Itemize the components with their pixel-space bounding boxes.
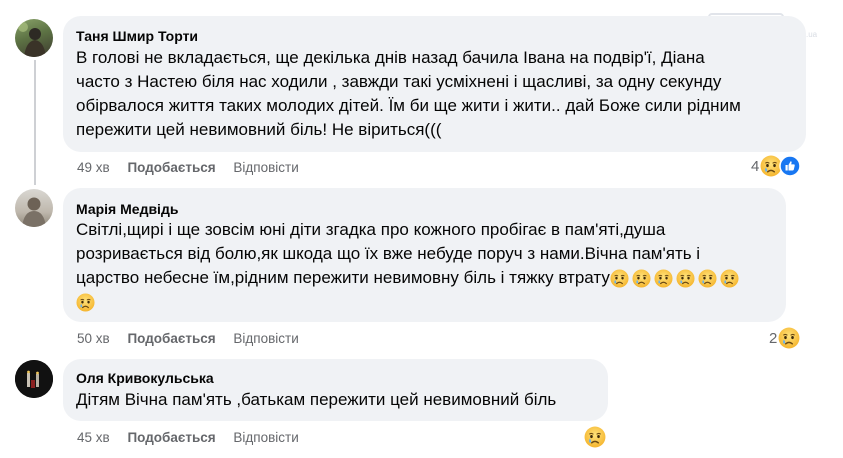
reaction-summary[interactable] [583,426,606,448]
comment-actions: 49 хв Подобається Відповісти [77,160,313,176]
comment-bubble: Таня Шмир Торти В голові не вкладається,… [63,16,806,152]
comment-bubble: Марія Медвідь Світлі,щирі і ще зовсім юн… [63,188,786,322]
avatar[interactable] [15,360,53,398]
comment-author[interactable]: Таня Шмир Торти [76,27,794,45]
reply-button[interactable]: Відповісти [233,160,298,175]
reaction-count: 2 [769,329,778,347]
crying-emoji-icon [584,426,606,448]
comment-line: царство небесне їм,рідним пережити невим… [76,266,774,290]
crying-emoji-icon [778,327,800,349]
comment-author[interactable]: Марія Медвідь [76,200,774,218]
comment-line-text: царство небесне їм,рідним пережити невим… [76,268,610,287]
crying-emoji-icon [720,269,739,288]
crying-emoji-icon [610,269,629,288]
avatar-photo-icon [22,197,46,227]
avatar-photo-icon [18,22,46,57]
comment-line: Світлі,щирі і ще зовсім юні діти згадка … [76,220,666,239]
like-button[interactable]: Подобається [127,160,215,175]
comment-time[interactable]: 50 хв [77,331,110,346]
reaction-count: 4 [751,157,760,175]
like-button[interactable]: Подобається [127,331,215,346]
comment-line: розривається від болю,як шкода що їх вже… [76,244,701,263]
crying-emoji-icon [632,269,651,288]
reaction-summary[interactable]: 4 [751,155,802,177]
comment-line: часто з Настею біля нас ходили , завжди … [76,72,722,91]
thread-line [34,60,36,185]
avatar[interactable] [15,19,53,57]
avatar-photo-icon [15,360,53,398]
comment-actions: 50 хв Подобається Відповісти [77,331,313,347]
comment-time[interactable]: 49 хв [77,160,110,175]
comment-line [76,290,774,316]
comment-author[interactable]: Оля Кривокульська [76,369,596,387]
comment-line: обірвалося життя таких молодих дітей. Їм… [76,96,741,115]
comment-text: Світлі,щирі і ще зовсім юні діти згадка … [76,218,774,316]
crying-emoji-icon [76,293,95,312]
comment-line: В голові не вкладається, ще декілька дні… [76,48,705,67]
like-button[interactable]: Подобається [127,430,215,445]
comment-text: В голові не вкладається, ще декілька дні… [76,46,794,142]
avatar[interactable] [15,189,53,227]
reply-button[interactable]: Відповісти [233,331,298,346]
comment-text: Дітям Вічна пам'ять ,батькам пережити це… [76,388,596,412]
crying-emoji-icon [654,269,673,288]
comment-line: Дітям Вічна пам'ять ,батькам пережити це… [76,390,557,409]
comment-line: пережити цей невимовний біль! Не віритьс… [76,120,442,139]
reply-button[interactable]: Відповісти [233,430,298,445]
comment-time[interactable]: 45 хв [77,430,110,445]
like-icon [779,155,802,177]
comment-bubble: Оля Кривокульська Дітям Вічна пам'ять ,б… [63,359,608,421]
comment-actions: 45 хв Подобається Відповісти [77,430,313,446]
crying-emoji-icon [698,269,717,288]
reaction-summary[interactable]: 2 [769,327,800,349]
crying-emoji-icon [676,269,695,288]
